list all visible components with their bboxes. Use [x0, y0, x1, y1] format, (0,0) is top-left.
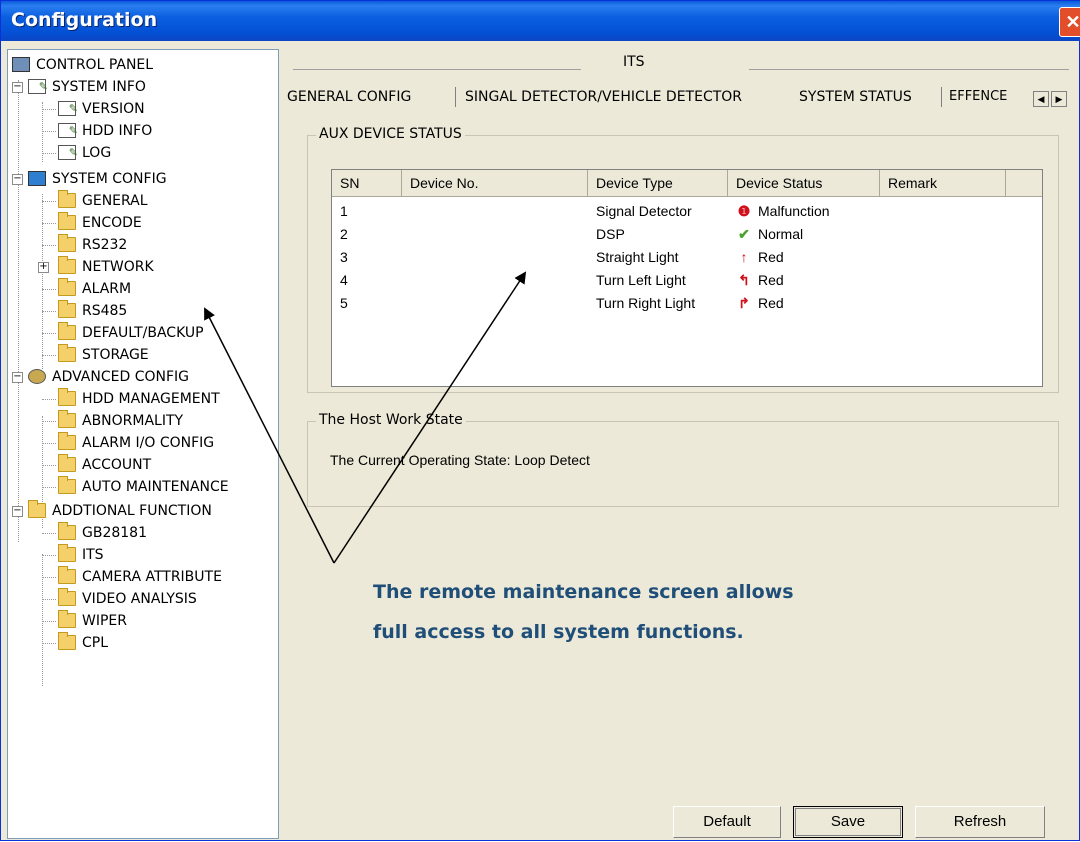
- section-title: ITS: [623, 54, 645, 70]
- tab-scroll-right-icon[interactable]: ▶: [1051, 91, 1067, 107]
- window-title: Configuration: [11, 9, 158, 31]
- folder-icon: [58, 566, 76, 584]
- document-icon: [28, 76, 48, 98]
- folder-icon: [58, 256, 76, 274]
- folder-icon: [58, 234, 76, 252]
- column-sn[interactable]: SN: [332, 170, 402, 196]
- folder-icon: [58, 190, 76, 208]
- table-header: SN Device No. Device Type Device Status …: [332, 170, 1042, 197]
- folder-icon: [58, 300, 76, 318]
- cell-sn: 5: [340, 295, 348, 311]
- annotation-line-2: full access to all system functions.: [373, 621, 744, 643]
- expand-icon[interactable]: +: [38, 262, 49, 273]
- cell-device-type: Signal Detector: [596, 203, 692, 219]
- cell-device-status: ❶ Malfunction: [736, 200, 830, 222]
- check-icon: ✔: [738, 226, 750, 242]
- error-icon: ❶: [737, 203, 751, 219]
- arrow-up-icon: ↑: [740, 249, 748, 265]
- document-icon: [58, 98, 78, 120]
- collapse-icon[interactable]: −: [12, 174, 23, 185]
- table-row[interactable]: 2 DSP ✔ Normal: [332, 223, 1042, 245]
- tab-effence[interactable]: EFFENCE: [949, 89, 1007, 104]
- operating-state-text: The Current Operating State: Loop Detect: [330, 452, 590, 468]
- cell-device-status: ✔ Normal: [736, 223, 803, 245]
- its-panel: ITS GENERAL CONFIG SINGAL DETECTOR/VEHIC…: [287, 49, 1073, 839]
- tools-icon: [28, 171, 46, 186]
- annotation-line-1: The remote maintenance screen allows: [373, 581, 794, 603]
- status-text: Malfunction: [758, 203, 830, 219]
- folder-icon: [58, 322, 76, 340]
- tab-general-config[interactable]: GENERAL CONFIG: [287, 89, 411, 105]
- cell-sn: 1: [340, 203, 348, 219]
- gears-icon: [28, 369, 46, 384]
- default-button[interactable]: Default: [673, 806, 781, 838]
- folder-icon: [58, 344, 76, 362]
- folder-icon: [58, 410, 76, 428]
- open-folder-icon: [58, 544, 76, 562]
- table-row[interactable]: 4 Turn Left Light ↰ Red: [332, 269, 1042, 291]
- cell-device-type: Turn Left Light: [596, 272, 686, 288]
- refresh-button[interactable]: Refresh: [915, 806, 1045, 838]
- cell-device-status: ↱ Red: [736, 292, 784, 314]
- title-bar[interactable]: Configuration ✕: [1, 1, 1080, 41]
- configuration-window: Configuration ✕ CONTROL PANEL − SYSTEM I…: [0, 0, 1080, 841]
- collapse-icon[interactable]: −: [12, 506, 23, 517]
- status-text: Red: [758, 272, 784, 288]
- folder-icon: [58, 476, 76, 494]
- device-status-table[interactable]: SN Device No. Device Type Device Status …: [331, 169, 1043, 387]
- column-device-status[interactable]: Device Status: [728, 170, 880, 196]
- cell-device-type: DSP: [596, 226, 625, 242]
- host-work-state-group: The Host Work State The Current Operatin…: [307, 412, 1059, 507]
- column-remark[interactable]: Remark: [880, 170, 1006, 196]
- folder-icon: [58, 388, 76, 406]
- status-text: Red: [758, 295, 784, 311]
- save-button[interactable]: Save: [793, 806, 903, 838]
- document-icon: [58, 142, 78, 164]
- folder-icon: [58, 522, 76, 540]
- turn-left-icon: ↰: [738, 272, 750, 288]
- collapse-icon[interactable]: −: [12, 372, 23, 383]
- cell-sn: 2: [340, 226, 348, 242]
- folder-icon: [58, 278, 76, 296]
- folder-icon: [58, 432, 76, 450]
- navigation-tree[interactable]: CONTROL PANEL − SYSTEM INFO VERSION HDD …: [7, 49, 279, 839]
- tab-scroll-left-icon[interactable]: ◀: [1033, 91, 1049, 107]
- table-row[interactable]: 1 Signal Detector ❶ Malfunction: [332, 200, 1042, 222]
- table-row[interactable]: 3 Straight Light ↑ Red: [332, 246, 1042, 268]
- folder-icon: [28, 500, 46, 518]
- document-icon: [58, 120, 78, 142]
- close-button[interactable]: ✕: [1059, 7, 1080, 37]
- cell-sn: 4: [340, 272, 348, 288]
- folder-icon: [58, 454, 76, 472]
- status-text: Normal: [758, 226, 804, 242]
- folder-icon: [58, 632, 76, 650]
- tab-system-status[interactable]: SYSTEM STATUS: [799, 89, 912, 105]
- cell-device-type: Turn Right Light: [596, 295, 696, 311]
- status-text: Red: [758, 249, 784, 265]
- column-device-no[interactable]: Device No.: [402, 170, 588, 196]
- folder-icon: [58, 588, 76, 606]
- cell-device-status: ↰ Red: [736, 269, 784, 291]
- table-row[interactable]: 5 Turn Right Light ↱ Red: [332, 292, 1042, 314]
- collapse-icon[interactable]: −: [12, 82, 23, 93]
- tab-signal-detector[interactable]: SINGAL DETECTOR/VEHICLE DETECTOR: [465, 89, 742, 105]
- folder-icon: [58, 212, 76, 230]
- cell-sn: 3: [340, 249, 348, 265]
- turn-right-icon: ↱: [738, 295, 750, 311]
- aux-group-title: AUX DEVICE STATUS: [316, 126, 465, 142]
- monitor-icon: [12, 57, 30, 72]
- folder-icon: [58, 610, 76, 628]
- host-group-title: The Host Work State: [316, 412, 466, 428]
- cell-device-type: Straight Light: [596, 249, 679, 265]
- column-device-type[interactable]: Device Type: [588, 170, 728, 196]
- cell-device-status: ↑ Red: [736, 246, 784, 268]
